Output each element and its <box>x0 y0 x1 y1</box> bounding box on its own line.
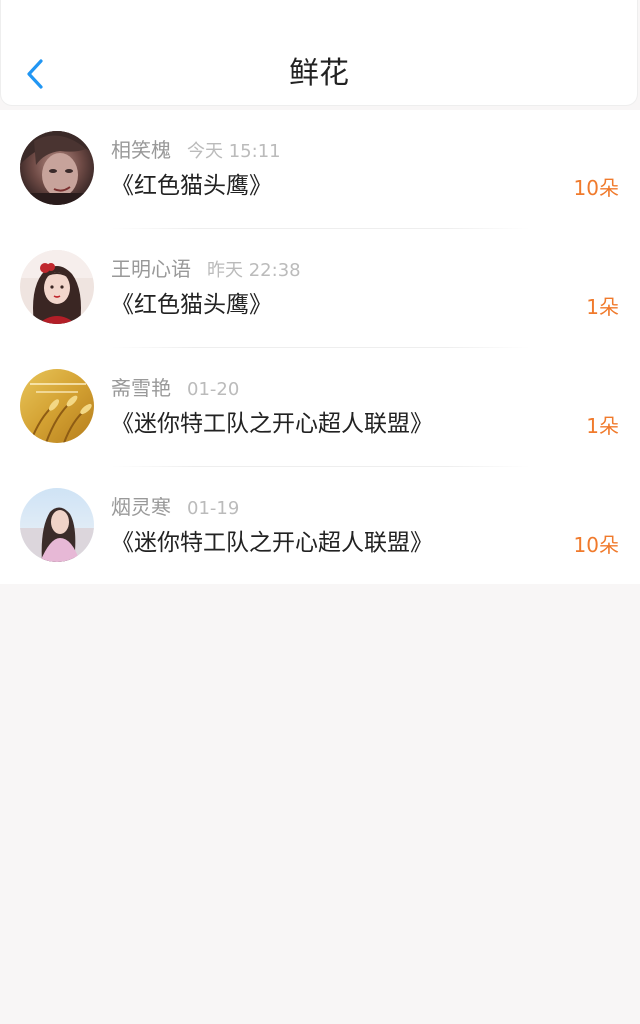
record-meta: 相笑槐 今天 15:11 <box>111 137 281 163</box>
timestamp: 01-19 <box>187 498 240 519</box>
list-item[interactable]: 相笑槐 今天 15:11 《红色猫头鹰》 10朵 <box>0 110 640 229</box>
flower-record-list: 相笑槐 今天 15:11 《红色猫头鹰》 10朵 王明心语 昨天 22:38 《… <box>0 110 640 584</box>
avatar[interactable] <box>20 131 94 205</box>
flower-count: 10朵 <box>573 176 619 200</box>
sender-name: 斋雪艳 <box>111 376 171 400</box>
avatar[interactable] <box>20 369 94 443</box>
flower-count: 1朵 <box>586 414 619 438</box>
avatar[interactable] <box>20 250 94 324</box>
list-item[interactable]: 斋雪艳 01-20 《迷你特工队之开心超人联盟》 1朵 <box>0 348 640 467</box>
timestamp: 01-20 <box>187 379 240 400</box>
book-title[interactable]: 《红色猫头鹰》 <box>111 170 272 202</box>
record-meta: 烟灵寒 01-19 <box>111 494 239 520</box>
flower-count: 1朵 <box>586 295 619 319</box>
sender-name: 王明心语 <box>111 257 191 281</box>
record-meta: 斋雪艳 01-20 <box>111 375 239 401</box>
timestamp: 昨天 22:38 <box>207 260 301 281</box>
book-title[interactable]: 《红色猫头鹰》 <box>111 289 272 321</box>
book-title[interactable]: 《迷你特工队之开心超人联盟》 <box>111 408 433 440</box>
timestamp: 今天 15:11 <box>187 141 281 162</box>
record-meta: 王明心语 昨天 22:38 <box>111 256 301 282</box>
list-item[interactable]: 烟灵寒 01-19 《迷你特工队之开心超人联盟》 10朵 <box>0 467 640 586</box>
nav-bar: 鲜花 <box>0 0 638 106</box>
book-title[interactable]: 《迷你特工队之开心超人联盟》 <box>111 527 433 559</box>
page-title: 鲜花 <box>289 56 349 91</box>
list-item[interactable]: 王明心语 昨天 22:38 《红色猫头鹰》 1朵 <box>0 229 640 348</box>
sender-name: 烟灵寒 <box>111 495 171 519</box>
sender-name: 相笑槐 <box>111 138 171 162</box>
avatar[interactable] <box>20 488 94 562</box>
flower-count: 10朵 <box>573 533 619 557</box>
